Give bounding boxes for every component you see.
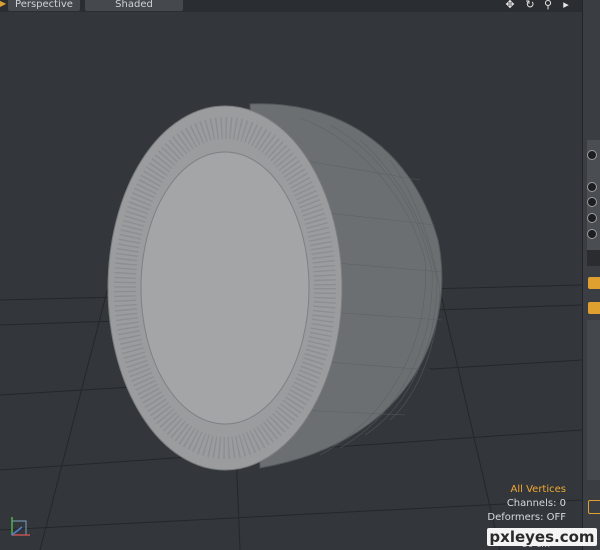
perspective-dropdown[interactable]: Perspective	[8, 0, 80, 11]
move-view-icon[interactable]: ✥	[503, 0, 517, 11]
panel-divider	[587, 250, 600, 266]
scene-canvas[interactable]	[0, 0, 582, 550]
properties-area	[587, 320, 600, 480]
panel-toggle[interactable]	[588, 500, 600, 514]
channels-readout: Channels: 0	[506, 498, 566, 509]
3d-viewport[interactable]: ▶ Perspective Shaded ✥ ↻ ⚲ ▸ All Vertice…	[0, 0, 582, 550]
visibility-eye-icon[interactable]	[587, 229, 597, 239]
shading-dropdown[interactable]: Shaded	[85, 0, 183, 11]
visibility-eye-icon[interactable]	[587, 150, 597, 160]
orbit-icon[interactable]: ↻	[523, 0, 537, 11]
right-side-panel[interactable]	[582, 0, 600, 550]
settings-tab[interactable]	[588, 302, 600, 314]
zoom-icon[interactable]: ⚲	[541, 0, 555, 11]
selection-mode-label: All Vertices	[510, 484, 566, 495]
viewport-toolbar: ▶ Perspective Shaded ✥ ↻ ⚲ ▸	[0, 0, 582, 12]
visibility-eye-icon[interactable]	[587, 182, 597, 192]
watermark: pxleyes.com	[487, 528, 597, 546]
deformers-readout: Deformers: OFF	[487, 512, 566, 523]
visibility-eye-icon[interactable]	[587, 197, 597, 207]
expand-arrow-icon[interactable]: ▸	[561, 0, 571, 11]
menu-arrow-icon[interactable]: ▶	[0, 0, 6, 9]
axis-gizmo-icon	[11, 517, 30, 536]
visibility-eye-icon[interactable]	[587, 213, 597, 223]
properties-tab[interactable]	[588, 277, 600, 289]
cut-face-inner	[140, 151, 310, 425]
